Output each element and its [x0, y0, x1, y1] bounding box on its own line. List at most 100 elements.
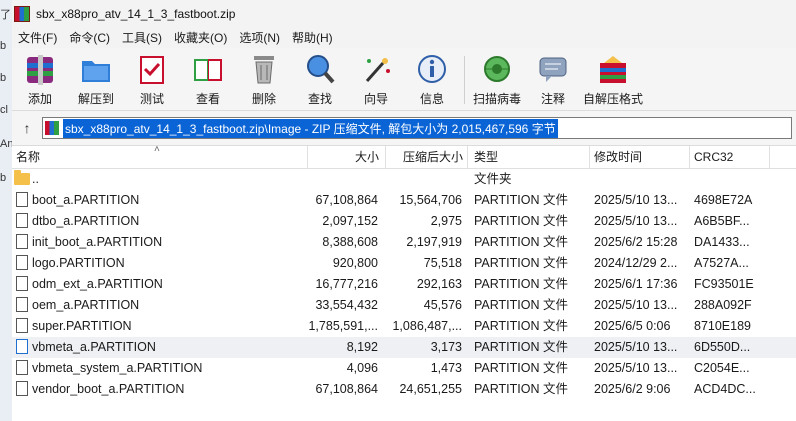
file-modified: 2024/12/29 2... — [594, 256, 678, 270]
find-button[interactable]: 查找 — [292, 48, 348, 107]
file-icon — [16, 234, 28, 249]
table-row[interactable]: super.PARTITION 1,785,591,... 1,086,487,..… — [12, 316, 796, 337]
file-crc: ACD4DC... — [694, 382, 756, 396]
file-modified: 2025/5/10 13... — [594, 361, 678, 375]
file-size: 67,108,864 — [315, 193, 378, 207]
add-archive-icon — [22, 52, 58, 86]
file-crc: 8710E189 — [694, 319, 752, 333]
file-type: PARTITION 文件 — [474, 319, 568, 333]
edge-text: b — [0, 172, 7, 184]
file-modified: 2025/5/10 13... — [594, 298, 678, 312]
file-crc: A7527A... — [694, 256, 749, 270]
file-crc: C2054E... — [694, 361, 750, 375]
parent-folder-row[interactable]: .. 文件夹 — [12, 169, 796, 190]
file-icon — [16, 192, 28, 207]
test-button[interactable]: 测试 — [124, 48, 180, 107]
trash-icon — [246, 52, 282, 86]
menu-favorites[interactable]: 收藏夹(O) — [168, 28, 233, 48]
delete-button[interactable]: 删除 — [236, 48, 292, 107]
file-icon — [16, 339, 28, 354]
table-row[interactable]: vendor_boot_a.PARTITION 67,108,864 24,651,… — [12, 379, 796, 400]
file-icon — [16, 213, 28, 228]
header-packed[interactable]: 压缩后大小 — [386, 146, 468, 168]
info-icon — [414, 52, 450, 86]
file-name: vbmeta_a.PARTITION — [32, 340, 156, 354]
title-bar[interactable]: sbx_x88pro_atv_14_1_3_fastboot.zip — [12, 0, 796, 28]
extract-to-button[interactable]: 解压到 — [68, 48, 124, 107]
file-list: .. 文件夹 boot_a.PARTITION 67,108,864 15,564,70… — [12, 169, 796, 400]
wizard-wand-icon — [358, 52, 394, 86]
table-row[interactable]: dtbo_a.PARTITION 2,097,152 2,975 PARTITION … — [12, 211, 796, 232]
file-name: init_boot_a.PARTITION — [32, 235, 163, 249]
file-packed-size — [378, 169, 462, 190]
file-type: PARTITION 文件 — [474, 298, 568, 312]
file-size: 2,097,152 — [322, 214, 378, 228]
test-label: 测试 — [139, 92, 164, 106]
file-type: PARTITION 文件 — [474, 382, 568, 396]
virus-scan-icon — [479, 52, 515, 86]
table-row[interactable]: odm_ext_a.PARTITION 16,777,216 292,163 PART… — [12, 274, 796, 295]
info-button[interactable]: 信息 — [404, 48, 460, 107]
menu-options[interactable]: 选项(N) — [233, 28, 286, 48]
menu-help[interactable]: 帮助(H) — [286, 28, 339, 48]
file-size: 16,777,216 — [315, 277, 378, 291]
view-button[interactable]: 查看 — [180, 48, 236, 107]
address-text: sbx_x88pro_atv_14_1_3_fastboot.zip\Image… — [63, 118, 558, 138]
sfx-button[interactable]: 自解压格式 — [581, 48, 645, 107]
menu-bar: 文件(F) 命令(C) 工具(S) 收藏夹(O) 选项(N) 帮助(H) — [12, 28, 796, 48]
file-icon — [16, 360, 28, 375]
file-size: 8,388,608 — [322, 235, 378, 249]
table-row[interactable]: vbmeta_a.PARTITION 8,192 3,173 PARTITION 文件… — [12, 337, 796, 358]
file-type: PARTITION 文件 — [474, 214, 568, 228]
test-icon — [134, 52, 170, 86]
toolbar: 添加 解压到 测试 查看 删除 查找 向导 信息 扫描病毒 注释 自解压格式 — [12, 48, 796, 111]
file-crc: 288A092F — [694, 298, 752, 312]
file-crc: 6D550D... — [694, 340, 751, 354]
file-name: boot_a.PARTITION — [32, 193, 140, 207]
header-size[interactable]: 大小 — [308, 146, 386, 168]
file-packed-size: 1,086,487,... — [392, 319, 462, 333]
file-type: 文件夹 — [474, 172, 512, 186]
header-name[interactable]: 名称 — [12, 146, 308, 168]
winrar-window: sbx_x88pro_atv_14_1_3_fastboot.zip 文件(F)… — [12, 0, 796, 421]
up-arrow-icon[interactable]: ↑ — [12, 120, 42, 136]
wizard-button[interactable]: 向导 — [348, 48, 404, 107]
menu-tools[interactable]: 工具(S) — [116, 28, 168, 48]
menu-file[interactable]: 文件(F) — [12, 28, 63, 48]
sfx-icon — [595, 52, 631, 86]
wizard-label: 向导 — [363, 92, 388, 106]
file-type: PARTITION 文件 — [474, 235, 568, 249]
address-field[interactable]: sbx_x88pro_atv_14_1_3_fastboot.zip\Image… — [42, 117, 792, 139]
file-icon — [16, 318, 28, 333]
comment-button[interactable]: 注释 — [525, 48, 581, 107]
sort-caret-icon: ˄ — [154, 144, 160, 155]
file-size: 1,785,591,... — [308, 319, 378, 333]
header-crc[interactable]: CRC32 — [690, 146, 770, 168]
menu-commands[interactable]: 命令(C) — [63, 28, 116, 48]
file-icon — [16, 255, 28, 270]
extract-to-label: 解压到 — [77, 92, 114, 106]
file-type: PARTITION 文件 — [474, 361, 568, 375]
header-modified[interactable]: 修改时间 — [590, 146, 690, 168]
virus-scan-button[interactable]: 扫描病毒 — [469, 48, 525, 107]
file-name: super.PARTITION — [32, 319, 132, 333]
file-name: odm_ext_a.PARTITION — [32, 277, 163, 291]
table-row[interactable]: vbmeta_system_a.PARTITION 4,096 1,473 PARTI… — [12, 358, 796, 379]
extract-to-icon — [78, 52, 114, 86]
file-modified: 2025/6/1 17:36 — [594, 277, 678, 291]
table-row[interactable]: oem_a.PARTITION 33,554,432 45,576 PARTITION… — [12, 295, 796, 316]
table-row[interactable]: logo.PARTITION 920,800 75,518 PARTITION 文件 2… — [12, 253, 796, 274]
file-type: PARTITION 文件 — [474, 256, 568, 270]
archive-icon — [45, 121, 59, 135]
file-modified: 2025/5/10 13... — [594, 214, 678, 228]
table-row[interactable]: init_boot_a.PARTITION 8,388,608 2,197,919 P… — [12, 232, 796, 253]
find-magnifier-icon — [302, 52, 338, 86]
file-crc — [694, 169, 774, 190]
file-crc: A6B5BF... — [694, 214, 750, 228]
file-packed-size: 1,473 — [430, 361, 462, 375]
file-size: 8,192 — [346, 340, 378, 354]
add-button[interactable]: 添加 — [12, 48, 68, 107]
file-packed-size: 2,197,919 — [406, 235, 462, 249]
table-row[interactable]: boot_a.PARTITION 67,108,864 15,564,706 PART… — [12, 190, 796, 211]
header-type[interactable]: 类型 — [468, 146, 590, 168]
